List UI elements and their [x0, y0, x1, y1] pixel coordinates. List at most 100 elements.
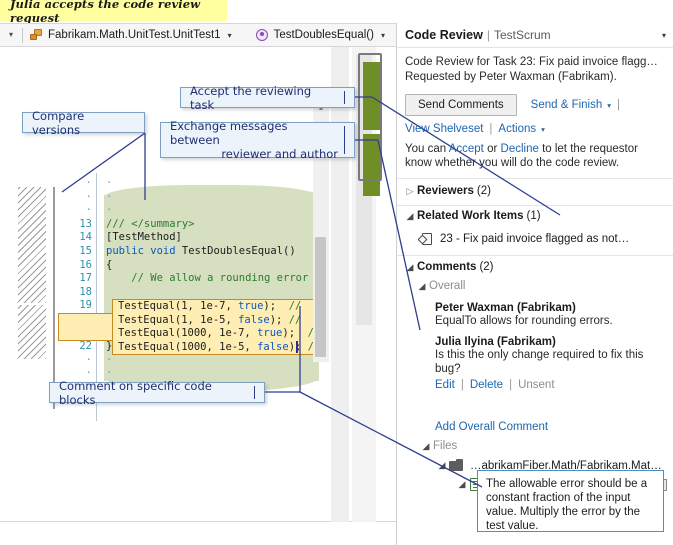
chevron-down-icon[interactable]: ▾	[662, 31, 666, 40]
navbar-method-dropdown[interactable]: TestDoublesEqual() ▾	[253, 24, 394, 46]
navbar-class-dropdown[interactable]: Fabrikam.Math.UnitTest.UnitTest1 ▾	[27, 24, 241, 46]
annotation-banner-text: Julia accepts the code review request	[0, 0, 227, 25]
work-item-row[interactable]: 23 - Fix paid invoice flagged as not…	[419, 232, 629, 246]
highlighted-code-text: TestEqual(1, 1e-7, true); //TestEqual(1,…	[118, 300, 320, 354]
line-number: ·	[56, 191, 92, 205]
files-section[interactable]: ◢ Files	[419, 440, 457, 452]
code-line: ·	[106, 354, 308, 368]
navbar-class-label: Fabrikam.Math.UnitTest.UnitTest1	[48, 29, 221, 41]
chevron-down-icon: ▾	[381, 31, 385, 40]
highlighted-code-line: TestEqual(1000, 1e-5, false); //	[118, 341, 320, 355]
editor-scrollbar-thumb[interactable]	[315, 237, 326, 357]
panel-title: Code Review	[405, 28, 483, 42]
navbar-method-label: TestDoublesEqual()	[274, 29, 374, 41]
comments-overall-group[interactable]: ◢ Overall	[415, 280, 465, 292]
view-shelveset-link[interactable]: View Shelveset	[405, 123, 483, 135]
chevron-down-icon: ▾	[228, 31, 232, 40]
code-line: [TestMethod]	[106, 231, 308, 245]
code-line: public void TestDoublesEqual()	[106, 245, 308, 259]
line-number: 14	[56, 231, 92, 245]
chevron-down-icon[interactable]: ◢	[403, 212, 417, 221]
code-line: /// </summary>	[106, 218, 308, 232]
folder-icon	[449, 459, 464, 472]
comment-status-badge: Unsent	[518, 379, 554, 391]
panel-links-row: View Shelveset | Actions ▾	[405, 123, 545, 135]
comment-body: EqualTo allows for rounding errors.	[435, 314, 667, 328]
accept-text-pre: You can	[405, 143, 449, 155]
code-line: {	[106, 259, 308, 273]
chevron-down-icon[interactable]: ◢	[455, 480, 469, 489]
comment-edit-link[interactable]: Edit	[435, 379, 455, 391]
change-bar	[53, 187, 55, 409]
highlighted-code-line: TestEqual(1, 1e-7, true); //	[118, 300, 320, 314]
actions-link[interactable]: Actions	[498, 123, 536, 135]
navbar-divider	[22, 28, 23, 43]
section-divider	[397, 255, 673, 256]
callout-text-wrap: Exchange messages between reviewer and a…	[170, 126, 345, 154]
send-and-finish-link[interactable]: Send & Finish	[531, 99, 603, 111]
method-icon	[256, 29, 269, 42]
line-number: 18	[56, 286, 92, 300]
code-line: ·	[106, 191, 308, 205]
diff-hatch-region	[18, 187, 46, 303]
line-number: 22	[56, 340, 92, 354]
diff-hatch-region	[18, 305, 46, 359]
callout-text-line1: Exchange messages between	[170, 119, 338, 147]
work-item-icon	[419, 232, 434, 246]
line-number: ·	[56, 177, 92, 191]
chevron-down-icon[interactable]: ◢	[415, 282, 429, 291]
comments-label: Comments	[417, 261, 476, 273]
callout-outline-shape	[358, 53, 382, 181]
review-description-line2: Requested by Peter Waxman (Fabrikam).	[405, 70, 667, 85]
accept-link[interactable]: Accept	[449, 143, 484, 155]
chevron-down-icon[interactable]: ◢	[419, 442, 433, 451]
chevron-down-icon[interactable]: ◢	[435, 461, 449, 470]
callout-exchange-messages: Exchange messages between reviewer and a…	[160, 122, 355, 158]
files-label: Files	[433, 440, 457, 452]
related-work-items-section[interactable]: ◢ Related Work Items (1)	[403, 210, 541, 222]
comment-author: Peter Waxman (Fabrikam)	[435, 302, 667, 314]
class-icon	[30, 29, 43, 41]
file-comment-tooltip: The allowable error should be a constant…	[477, 470, 664, 532]
reviewers-label: Reviewers	[417, 185, 474, 197]
text-caret	[296, 341, 298, 353]
navbar-dropdown-caret[interactable]: ▾	[0, 31, 22, 39]
code-text: ···/// </summary>[TestMethod]public void…	[106, 177, 308, 395]
callout-comment-code-blocks: Comment on specific code blocks	[49, 382, 265, 403]
comment-delete-link[interactable]: Delete	[470, 379, 503, 391]
section-divider	[397, 178, 673, 179]
callout-text: Compare versions	[32, 116, 135, 129]
chevron-down-icon[interactable]: ▾	[541, 125, 545, 134]
callout-text: Accept the reviewing task	[190, 91, 345, 104]
line-number: ·	[56, 354, 92, 368]
review-description-line1: Code Review for Task 23: Fix paid invoic…	[405, 55, 667, 70]
comment-actions-pipe: |	[461, 379, 464, 391]
callout-text: Comment on specific code blocks	[59, 386, 255, 399]
chevron-down-icon[interactable]: ◢	[403, 263, 417, 272]
comments-section[interactable]: ◢ Comments (2)	[403, 261, 494, 273]
comment-actions-pipe: |	[509, 379, 512, 391]
accept-text-post: to let the requestor	[539, 143, 638, 155]
comment-item: Julia Ilyina (Fabrikam) Is this the only…	[435, 336, 667, 391]
chevron-down-icon[interactable]: ▾	[607, 101, 611, 110]
decline-link[interactable]: Decline	[501, 143, 539, 155]
comment-actions: Edit | Delete | Unsent	[435, 379, 667, 391]
code-line: ·	[106, 177, 308, 191]
code-line: ·	[106, 204, 308, 218]
line-number: 16	[56, 259, 92, 273]
send-comments-button[interactable]: Send Comments	[405, 94, 517, 116]
comment-highlight-tab	[58, 313, 114, 341]
add-overall-comment-link[interactable]: Add Overall Comment	[435, 421, 548, 433]
chevron-right-icon[interactable]: ▷	[403, 187, 417, 196]
accept-text-mid: or	[484, 143, 501, 155]
panel-title-separator: |	[487, 28, 490, 42]
callout-accept-task: Accept the reviewing task	[180, 87, 355, 108]
callout-text-line2: reviewer and author	[221, 147, 338, 161]
accept-decline-text: You can Accept or Decline to let the req…	[405, 142, 667, 157]
related-work-items-label: Related Work Items	[417, 210, 524, 222]
reviewers-section[interactable]: ▷ Reviewers (2)	[403, 185, 491, 197]
reviewers-count: (2)	[477, 185, 491, 197]
line-number: 17	[56, 272, 92, 286]
work-item-label: 23 - Fix paid invoice flagged as not…	[440, 233, 629, 245]
accept-decline-text-line2: know whether you will do the code review…	[405, 156, 667, 171]
